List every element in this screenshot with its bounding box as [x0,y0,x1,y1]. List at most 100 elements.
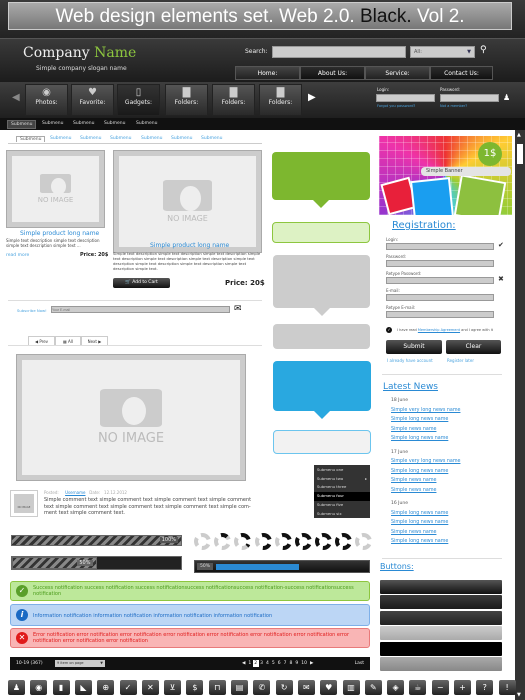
comment-username[interactable]: Username [65,490,85,495]
sample-button-4[interactable] [380,626,502,640]
tab-submenu[interactable]: Submenu [77,136,104,141]
forgot-password-link[interactable]: Forgot you password? [377,104,415,108]
scroll-up-icon[interactable]: ▲ [517,132,521,138]
trash-icon[interactable]: ▥ [342,680,360,695]
news-link[interactable]: Simple long news name [391,417,448,422]
search-input[interactable] [272,46,406,58]
tab-submenu[interactable]: Submenu [47,136,74,141]
alert-icon[interactable]: ! [498,680,516,695]
nav-contact[interactable]: Contact Us: [430,66,493,80]
search-scope-select[interactable]: All: ▼ [410,46,475,58]
refresh-icon[interactable]: ↻ [275,680,293,695]
mail-icon[interactable]: ✉ [297,680,315,695]
dollar-icon[interactable]: $ [186,680,204,695]
next-button[interactable]: Next ▶ [81,336,108,345]
toolbar-photos[interactable]: ◉ Photos: [25,84,68,116]
scrollbar-thumb[interactable] [517,144,523,164]
nav-service[interactable]: Service: [365,66,430,80]
news-link[interactable]: Simple news name [391,478,436,483]
product2-name[interactable]: Simple product long name [150,242,229,249]
user-icon[interactable]: ♟ [8,680,25,695]
arrow-right-icon[interactable]: ▶ [308,92,316,103]
page-next-icon[interactable]: ▶ [309,661,313,666]
dropdown-item[interactable]: Submenu four [314,492,370,501]
register-later-link[interactable]: Register later [447,358,474,363]
product1-name[interactable]: Simple product long name [20,230,99,237]
read-more-link[interactable]: read more [6,253,29,258]
dark-submenu-item[interactable]: Submenu [133,120,160,127]
reg-retype-email-input[interactable] [386,311,494,318]
have-account-link[interactable]: I already have account [387,358,433,363]
dropdown-item[interactable]: Submenu two ▸ [314,475,370,484]
password-input[interactable] [440,94,499,102]
help-icon[interactable]: ? [476,680,494,695]
not-member-link[interactable]: Not a member? [440,104,467,108]
clear-button[interactable]: Clear [446,340,501,354]
all-button[interactable]: ▦ All [55,336,81,345]
large-image[interactable]: NO IMAGE [16,354,246,481]
globe-icon[interactable]: ⊕ [97,680,115,695]
news-link[interactable]: Simple news name [391,488,436,493]
news-link[interactable]: Simple very long news name [391,408,460,413]
page-link[interactable]: 1 [247,660,253,667]
reg-password-input[interactable] [386,260,494,267]
minus-icon[interactable]: − [431,680,449,695]
tag-icon[interactable]: ◈ [387,680,405,695]
news-link[interactable]: Simple long news name [391,520,448,525]
add-to-cart-button[interactable]: 🛒 Add to Cart [113,278,170,288]
membership-agreement-link[interactable]: Membership Agreement [418,328,460,332]
coffee-icon[interactable]: ☕ [409,680,427,695]
tab-submenu[interactable]: Submenu [168,136,195,141]
mail-icon[interactable]: ✉ [234,304,242,314]
eye-icon[interactable]: ◉ [30,680,48,695]
toolbar-folders-3[interactable]: ▇ Folders: [259,84,302,116]
sample-button-2[interactable] [380,595,502,609]
rss-icon[interactable]: ◣ [74,680,92,695]
user-icon[interactable]: ♟ [503,93,510,102]
dark-submenu-item[interactable]: Submenu [101,120,128,127]
plus-icon[interactable]: + [454,680,471,695]
nav-about[interactable]: About Us: [300,66,365,80]
close-icon[interactable]: ✕ [141,680,159,695]
sample-button-1[interactable] [380,580,502,594]
submit-button[interactable]: Submit [386,340,442,354]
sample-button-3[interactable] [380,611,502,625]
page-link[interactable]: 2 [252,660,259,667]
scroll-down-icon[interactable]: ▼ [517,692,521,698]
reg-retype-password-input[interactable] [386,277,494,284]
sample-button-6[interactable] [380,657,502,671]
agree-checkbox[interactable]: ✓ [386,327,392,333]
product1-image[interactable]: NO IMAGE [6,150,105,228]
news-link[interactable]: Simple very long news name [391,459,460,464]
heart-icon[interactable]: ♥ [320,680,338,695]
dropdown-item[interactable]: Submenu three [314,483,370,492]
news-link[interactable]: Simple long news name [391,436,448,441]
prev-button[interactable]: ◀ Prev [28,336,55,345]
reg-email-input[interactable] [386,294,494,301]
toolbar-favorite[interactable]: ♥ Favorite: [71,84,114,116]
pin-icon[interactable]: ✎ [364,680,382,695]
toolbar-folders-2[interactable]: ▇ Folders: [212,84,255,116]
sample-button-5[interactable] [380,642,502,656]
page-link[interactable]: 10 [300,660,309,667]
dropdown-item[interactable]: Submenu one [314,466,370,475]
nav-home[interactable]: Home: [235,66,300,80]
page-link[interactable]: 9 [294,660,300,667]
news-link[interactable]: Simple news name [391,530,436,535]
dropdown-item[interactable]: Submenu five [314,501,370,510]
search-icon[interactable]: ⚲ [480,45,487,55]
phone-icon[interactable]: ✆ [253,680,271,695]
check-icon[interactable]: ✓ [119,680,137,695]
scrollbar[interactable] [515,130,525,700]
login-input[interactable] [376,94,435,102]
arrow-left-icon[interactable]: ◀ [12,92,20,103]
cart-icon[interactable]: ⊻ [164,680,182,695]
comment-avatar[interactable]: NO IMAGE [10,490,38,517]
reg-login-input[interactable] [386,243,494,250]
tab-submenu[interactable]: Submenu [198,136,225,141]
dark-submenu-item[interactable]: Submenu [7,120,37,129]
news-link[interactable]: Simple long news name [391,469,448,474]
subscribe-email-input[interactable] [51,306,230,313]
tab-submenu[interactable]: Submenu [138,136,165,141]
news-link[interactable]: Simple news name [391,427,436,432]
